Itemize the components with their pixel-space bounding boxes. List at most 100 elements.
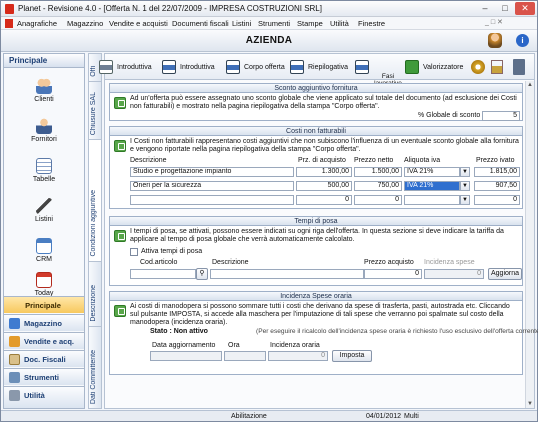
print-riepilogativa-button[interactable]: Riepilogativa: [290, 59, 348, 75]
vertical-scrollbar[interactable]: ▲ ▼: [525, 81, 534, 408]
nav-principale[interactable]: Principale: [4, 296, 84, 313]
tab-label: Descrizione: [90, 285, 97, 322]
sconto-section: Sconto aggiuntivo fornitura Ad un'offert…: [109, 83, 523, 121]
costo-netto-input[interactable]: 1.500,00: [354, 167, 402, 177]
menu-finestre[interactable]: Finestre: [358, 19, 385, 28]
info-panel-icon: [114, 305, 126, 317]
costo-desc-input[interactable]: [130, 195, 294, 205]
mdi-controls[interactable]: _ □ ✕: [485, 18, 503, 26]
search-icon[interactable]: ⚲: [196, 268, 208, 280]
costo-acquisto-input[interactable]: 500,00: [296, 181, 352, 191]
data-aggiornamento-label: Data aggiornamento: [152, 342, 216, 349]
button-label: Corpo offerta: [244, 64, 285, 71]
lock-icon[interactable]: [491, 60, 503, 74]
info-icon[interactable]: i: [516, 34, 529, 47]
prezzo-acquisto-input[interactable]: 0: [364, 269, 422, 279]
costo-netto-input[interactable]: 750,00: [354, 181, 402, 191]
sconto-text: Ad un'offerta può essere assegnato uno s…: [130, 95, 517, 110]
button-label: Introduttiva: [117, 64, 152, 71]
tab-chiusure-sal[interactable]: Chiusure SAL: [89, 82, 101, 140]
costo-iva-select[interactable]: [404, 195, 460, 205]
imposta-button[interactable]: Imposta: [332, 350, 372, 362]
costo-acquisto-input[interactable]: 0: [296, 195, 352, 205]
print-introduttiva-2-button[interactable]: Introduttiva: [162, 59, 215, 75]
nav-label: Doc. Fiscali: [24, 355, 66, 364]
sidebar-item-tabelle[interactable]: Tabelle: [4, 158, 84, 183]
close-button[interactable]: ✕: [515, 2, 535, 15]
menu-magazzino[interactable]: Magazzino: [67, 19, 103, 28]
costo-iva-select[interactable]: IVA 21%: [404, 181, 460, 191]
sidebar-item-fornitori[interactable]: Fornitori: [4, 118, 84, 143]
minimize-button[interactable]: –: [475, 2, 495, 15]
main-panel: Introduttiva Introduttiva Corpo offerta …: [99, 53, 538, 409]
chevron-down-icon[interactable]: ▼: [460, 195, 470, 205]
menu-documenti[interactable]: Documenti fiscali: [172, 19, 229, 28]
print-corpo-offerta-button[interactable]: Corpo offerta: [226, 59, 285, 75]
status-mode: Multi: [404, 413, 419, 420]
aggiorna-button[interactable]: Aggiorna: [488, 268, 522, 280]
printer-icon: [290, 60, 304, 74]
people-icon: [36, 78, 52, 94]
nav-doc-fiscali[interactable]: Doc. Fiscali: [4, 350, 84, 367]
sidebar-item-label: Clienti: [34, 96, 54, 103]
settings-icon[interactable]: [471, 60, 485, 74]
stato-label: Stato : Non attivo: [150, 328, 208, 335]
menu-vendite[interactable]: Vendite e acquisti: [109, 19, 168, 28]
nav-label: Principale: [25, 301, 61, 310]
scroll-down-icon[interactable]: ▼: [526, 400, 534, 408]
menu-listini[interactable]: Listini: [232, 19, 251, 28]
costo-netto-input[interactable]: 0: [354, 195, 402, 205]
status-bar: Abilitazione 04/01/2012 Multi: [1, 410, 537, 421]
costo-iva-select[interactable]: IVA 21%: [404, 167, 460, 177]
nav-utilita[interactable]: Utilità: [4, 386, 84, 408]
section-header: Sconto aggiuntivo fornitura: [110, 84, 522, 93]
scroll-up-icon[interactable]: ▲: [526, 81, 534, 89]
nav-label: Magazzino: [24, 319, 62, 328]
menu-strumenti[interactable]: Strumenti: [258, 19, 290, 28]
menu-utilita[interactable]: Utilità: [330, 19, 349, 28]
tab-descrizione[interactable]: Descrizione: [89, 262, 101, 327]
descrizione-input[interactable]: [210, 269, 364, 279]
app-menu-icon[interactable]: [5, 19, 13, 28]
sconto-input[interactable]: 5: [482, 111, 520, 121]
chevron-down-icon[interactable]: ▼: [460, 181, 470, 191]
costo-ivato-input[interactable]: 1.815,00: [474, 167, 520, 177]
costo-acquisto-input[interactable]: 1.300,00: [296, 167, 352, 177]
nav-magazzino[interactable]: Magazzino: [4, 314, 84, 331]
wand-icon: [36, 198, 52, 214]
posa-checkbox[interactable]: [130, 248, 138, 256]
exit-icon[interactable]: [513, 59, 525, 75]
supplier-icon: [36, 118, 52, 134]
costo-ivato-input[interactable]: 0: [474, 195, 520, 205]
chevron-down-icon[interactable]: ▼: [460, 167, 470, 177]
valorizzatore-button[interactable]: Valorizzatore: [405, 59, 463, 75]
costo-desc-input[interactable]: Studio e progettazione impianto: [130, 167, 294, 177]
menu-anagrafiche[interactable]: Anagrafiche: [17, 19, 57, 28]
sidebar-item-label: Tabelle: [32, 176, 56, 183]
nav-vendite[interactable]: Vendite e acq.: [4, 332, 84, 349]
col-netto: Prezzo netto: [354, 157, 394, 164]
tab-label: Chiusure SAL: [90, 91, 97, 135]
nav-strumenti[interactable]: Strumenti: [4, 368, 84, 385]
tab-dati-committente[interactable]: Dati Committente: [89, 327, 101, 408]
sidebar-item-crm[interactable]: CRM: [4, 238, 84, 263]
print-introduttiva-button[interactable]: Introduttiva: [99, 59, 152, 75]
fasi-lavorative-button[interactable]: Fasi lavorative: [355, 59, 403, 87]
sidebar: Principale Clienti Fornitori Tabelle Lis…: [3, 53, 85, 409]
sidebar-item-today[interactable]: Today: [4, 272, 84, 297]
costo-desc-input[interactable]: Oneri per la sicurezza: [130, 181, 294, 191]
valorizzatore-icon: [405, 60, 419, 74]
sidebar-item-listini[interactable]: Listini: [4, 198, 84, 223]
costo-ivato-input[interactable]: 907,50: [474, 181, 520, 191]
sidebar-item-clienti[interactable]: Clienti: [4, 78, 84, 103]
app-header: AZIENDA i: [1, 30, 537, 52]
costi-text: I Costi non fatturabili rappresentano co…: [130, 138, 519, 153]
tab-condizioni-aggiuntive[interactable]: Condizioni aggiuntive: [89, 140, 101, 262]
maximize-button[interactable]: □: [495, 2, 515, 15]
sidebar-item-label: Listini: [35, 216, 53, 223]
user-icon[interactable]: [488, 33, 502, 48]
menu-stampe[interactable]: Stampe: [297, 19, 323, 28]
incidenza-spese-input: 0: [424, 269, 484, 279]
manodopera-section: Incidenza Spese oraria Ai costi di manod…: [109, 291, 538, 375]
cod-articolo-input[interactable]: [130, 269, 196, 279]
